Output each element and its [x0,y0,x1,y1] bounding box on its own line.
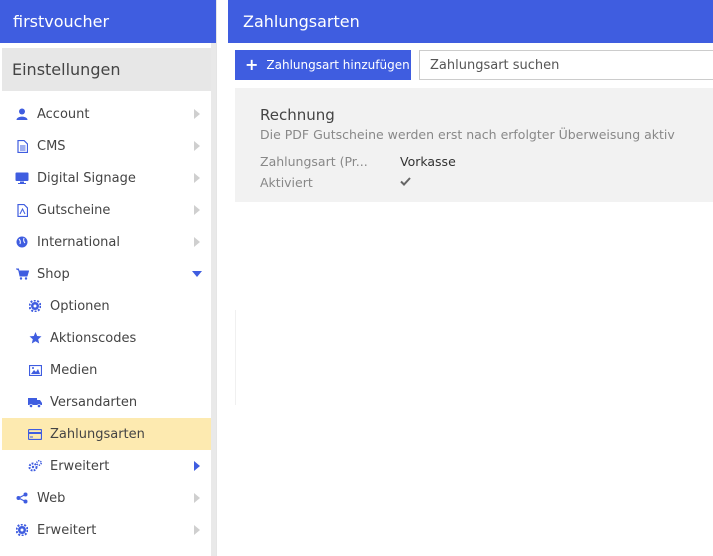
sidebar-item-label: Medien [50,362,98,378]
toolbar: + Zahlungsart hinzufügen [235,50,713,80]
sidebar-item-digital-signage[interactable]: Digital Signage [2,162,212,194]
sidebar-item-international[interactable]: International [2,226,212,258]
sidebar-item-optionen[interactable]: Optionen [2,290,212,322]
brand-name: firstvoucher [13,12,110,31]
sidebar-item-label: Gutscheine [37,202,111,218]
sidebar-item-label: Web [37,490,66,506]
main-panel: Zahlungsarten + Zahlungsart hinzufügen R… [228,0,713,556]
pdf-file-icon [15,203,29,217]
share-icon [15,491,29,505]
search-input[interactable] [419,50,713,80]
card-field-row: Aktiviert [260,175,713,191]
chevron-right-icon [194,205,200,215]
chevron-right-icon [194,461,200,471]
sidebar-item-label: Erweitert [50,458,110,474]
cart-icon [15,267,29,281]
sidebar-item-erweitert-shop[interactable]: Erweitert [2,450,212,482]
chevron-right-icon [194,141,200,151]
sidebar-item-erweitert[interactable]: Erweitert [2,514,212,546]
globe-icon [15,235,29,249]
image-icon [28,363,42,377]
field-key: Aktiviert [260,175,313,190]
user-icon [15,107,29,121]
sidebar-item-cms[interactable]: CMS [2,130,212,162]
page-title: Zahlungsarten [228,0,713,43]
sidebar-item-web[interactable]: Web [2,482,212,514]
sidebar-item-gutscheine[interactable]: Gutscheine [2,194,212,226]
sidebar-item-label: Zahlungsarten [50,426,145,442]
sidebar-item-label: Shop [37,266,70,282]
sidebar-nav: Account CMS Digital Signage Gutscheine I… [2,98,212,546]
star-icon [28,331,42,345]
chevron-right-icon [194,493,200,503]
sidebar-item-aktionscodes[interactable]: Aktionscodes [2,322,212,354]
chevron-down-icon [192,271,202,277]
sidebar-item-label: Account [37,106,90,122]
chevron-right-icon [194,525,200,535]
gear-icon [15,523,29,537]
plus-icon: + [245,55,259,74]
brand-header[interactable]: firstvoucher [0,0,216,43]
card-title: Rechnung [260,106,335,124]
sidebar-title: Einstellungen [2,48,212,91]
card-field-row: Zahlungsart (Pr... Vorkasse [260,154,713,170]
add-payment-method-button[interactable]: + Zahlungsart hinzufügen [235,50,411,80]
chevron-right-icon [194,109,200,119]
truck-icon [28,395,42,409]
gears-icon [28,459,42,473]
document-icon [15,139,29,153]
sidebar-item-label: Optionen [50,298,110,314]
monitor-icon [15,171,29,185]
sidebar: firstvoucher Einstellungen Account CMS D… [0,0,217,556]
sidebar-item-label: International [37,234,120,250]
sidebar-divider [211,43,216,556]
sidebar-item-label: Digital Signage [37,170,136,186]
card-description: Die PDF Gutscheine werden erst nach erfo… [260,127,675,142]
credit-card-icon [28,427,42,441]
chevron-right-icon [194,173,200,183]
payment-method-card[interactable]: Rechnung Die PDF Gutscheine werden erst … [235,88,713,202]
sidebar-item-shop[interactable]: Shop [2,258,212,290]
sidebar-item-label: Versandarten [50,394,138,410]
sidebar-item-medien[interactable]: Medien [2,354,212,386]
sidebar-item-versandarten[interactable]: Versandarten [2,386,212,418]
check-icon [400,175,411,191]
field-key: Zahlungsart (Pr... [260,154,368,169]
sidebar-item-zahlungsarten[interactable]: Zahlungsarten [2,418,212,450]
sidebar-item-label: Erweitert [37,522,97,538]
divider [235,310,236,405]
sidebar-item-account[interactable]: Account [2,98,212,130]
chevron-right-icon [194,237,200,247]
add-button-label: Zahlungsart hinzufügen [266,58,410,72]
sidebar-item-label: CMS [37,138,66,154]
gear-icon [28,299,42,313]
field-value: Vorkasse [400,154,456,169]
sidebar-item-label: Aktionscodes [50,330,137,346]
